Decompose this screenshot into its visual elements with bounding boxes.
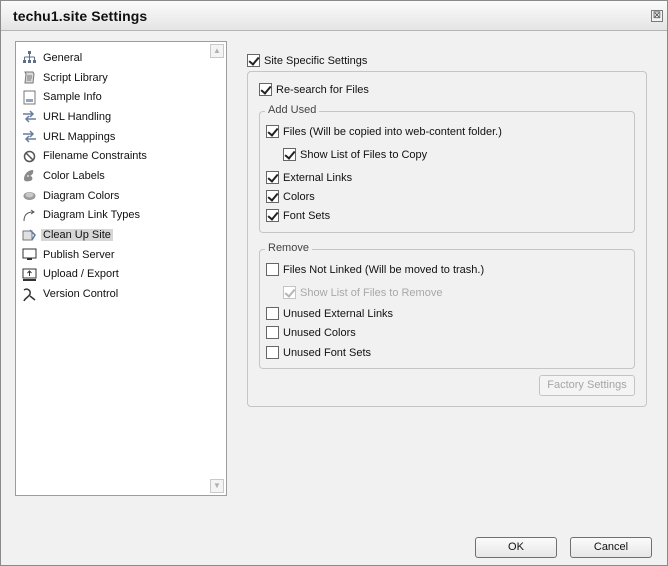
sidebar-item-upload-export[interactable]: Upload / Export <box>22 265 147 285</box>
link-arrow-icon <box>22 208 37 223</box>
files-not-linked-checkbox[interactable]: Files Not Linked (Will be moved to trash… <box>266 263 484 276</box>
sidebar-item-label: URL Handling <box>43 110 112 123</box>
sidebar-item-label: Sample Info <box>43 91 102 104</box>
checkbox-label: Unused External Links <box>283 307 394 320</box>
checkbox-box[interactable] <box>266 125 279 138</box>
sidebar-item-label: Clean Up Site <box>41 229 113 242</box>
sidebar-item-color-labels[interactable]: Color Labels <box>22 166 147 186</box>
font-sets-checkbox[interactable]: Font Sets <box>266 209 330 222</box>
checkbox-label: Show List of Files to Copy <box>300 148 428 161</box>
sidebar-item-clean-up-site[interactable]: Clean Up Site <box>22 225 147 245</box>
arrows-icon <box>22 129 37 144</box>
settings-category-list: General Script Library Sample Info URL H… <box>15 41 227 496</box>
document-icon <box>22 90 37 105</box>
monitor-icon <box>22 247 37 262</box>
sidebar-item-version-control[interactable]: Version Control <box>22 284 147 304</box>
sidebar-item-label: General <box>43 51 83 64</box>
sidebar-item-script-library[interactable]: Script Library <box>22 68 147 88</box>
diagram-color-icon <box>22 188 37 203</box>
checkbox-box[interactable] <box>266 209 279 222</box>
unused-external-links-checkbox[interactable]: Unused External Links <box>266 307 393 320</box>
sidebar-item-label: Color Labels <box>43 169 105 182</box>
sidebar-item-diagram-colors[interactable]: Diagram Colors <box>22 186 147 206</box>
checkbox-label: Unused Font Sets <box>283 346 372 359</box>
scroll-down-icon[interactable]: ▼ <box>210 479 224 493</box>
title-bar[interactable]: techu1.site Settings ⊠ <box>1 1 667 31</box>
close-icon[interactable]: ⊠ <box>651 10 663 22</box>
sidebar-item-label: URL Mappings <box>43 130 116 143</box>
scroll-up-icon[interactable]: ▲ <box>210 44 224 58</box>
window-title: techu1.site Settings <box>13 8 148 24</box>
checkbox-box[interactable] <box>266 263 279 276</box>
checkbox-label: Files Not Linked (Will be moved to trash… <box>283 263 485 276</box>
checkbox-box[interactable] <box>259 83 272 96</box>
sidebar-item-url-mappings[interactable]: URL Mappings <box>22 127 147 147</box>
colors-checkbox[interactable]: Colors <box>266 190 315 203</box>
script-icon <box>22 70 37 85</box>
sidebar-item-filename-constraints[interactable]: Filename Constraints <box>22 146 147 166</box>
add-used-legend: Add Used <box>265 104 320 116</box>
checkbox-label: External Links <box>283 171 353 184</box>
checkbox-box[interactable] <box>266 171 279 184</box>
sidebar-item-label: Version Control <box>43 288 119 301</box>
no-entry-icon <box>22 149 37 164</box>
show-list-files-to-remove-checkbox: Show List of Files to Remove <box>283 286 442 299</box>
checkbox-label: Font Sets <box>283 209 331 222</box>
checkbox-box[interactable] <box>247 54 260 67</box>
sidebar-item-label: Script Library <box>43 71 108 84</box>
checkbox-label: Site Specific Settings <box>264 54 368 67</box>
checkbox-box[interactable] <box>266 326 279 339</box>
ok-button[interactable]: OK <box>475 537 557 558</box>
sidebar-item-diagram-link-types[interactable]: Diagram Link Types <box>22 206 147 226</box>
category-nav: General Script Library Sample Info URL H… <box>22 48 147 304</box>
checkbox-box[interactable] <box>283 148 296 161</box>
show-list-files-to-copy-checkbox[interactable]: Show List of Files to Copy <box>283 148 427 161</box>
external-links-checkbox[interactable]: External Links <box>266 171 352 184</box>
unused-colors-checkbox[interactable]: Unused Colors <box>266 326 356 339</box>
checkbox-box <box>283 286 296 299</box>
sidebar-item-label: Publish Server <box>43 248 115 261</box>
version-icon <box>22 287 37 302</box>
sitemap-icon <box>22 50 37 65</box>
research-files-checkbox[interactable]: Re-search for Files <box>259 83 369 96</box>
files-checkbox[interactable]: Files (Will be copied into web-content f… <box>266 125 502 138</box>
sidebar-item-label: Filename Constraints <box>43 150 147 163</box>
checkbox-label: Unused Colors <box>283 326 356 339</box>
upload-monitor-icon <box>22 267 37 282</box>
checkbox-label: Files (Will be copied into web-content f… <box>283 125 502 138</box>
checkbox-box[interactable] <box>266 346 279 359</box>
sidebar-item-publish-server[interactable]: Publish Server <box>22 245 147 265</box>
cancel-button[interactable]: Cancel <box>570 537 652 558</box>
remove-legend: Remove <box>265 242 312 254</box>
checkbox-box[interactable] <box>266 307 279 320</box>
sidebar-scrollbar[interactable]: ▲ ▼ <box>210 44 224 493</box>
checkbox-label: Colors <box>283 190 315 203</box>
checkbox-label: Show List of Files to Remove <box>300 286 443 299</box>
checkbox-label: Re-search for Files <box>276 83 369 96</box>
palette-icon <box>22 168 37 183</box>
site-specific-settings-checkbox[interactable]: Site Specific Settings <box>247 54 367 67</box>
sidebar-item-label: Upload / Export <box>43 268 119 281</box>
sidebar-item-label: Diagram Link Types <box>43 209 141 222</box>
sidebar-item-general[interactable]: General <box>22 48 147 68</box>
checkbox-box[interactable] <box>266 190 279 203</box>
settings-dialog: techu1.site Settings ⊠ General Script Li… <box>0 0 668 566</box>
arrows-icon <box>22 109 37 124</box>
sidebar-item-sample-info[interactable]: Sample Info <box>22 87 147 107</box>
sidebar-item-url-handling[interactable]: URL Handling <box>22 107 147 127</box>
sidebar-item-label: Diagram Colors <box>43 189 120 202</box>
factory-settings-button[interactable]: Factory Settings <box>539 375 635 396</box>
cleanup-icon <box>22 228 37 243</box>
unused-font-sets-checkbox[interactable]: Unused Font Sets <box>266 346 371 359</box>
